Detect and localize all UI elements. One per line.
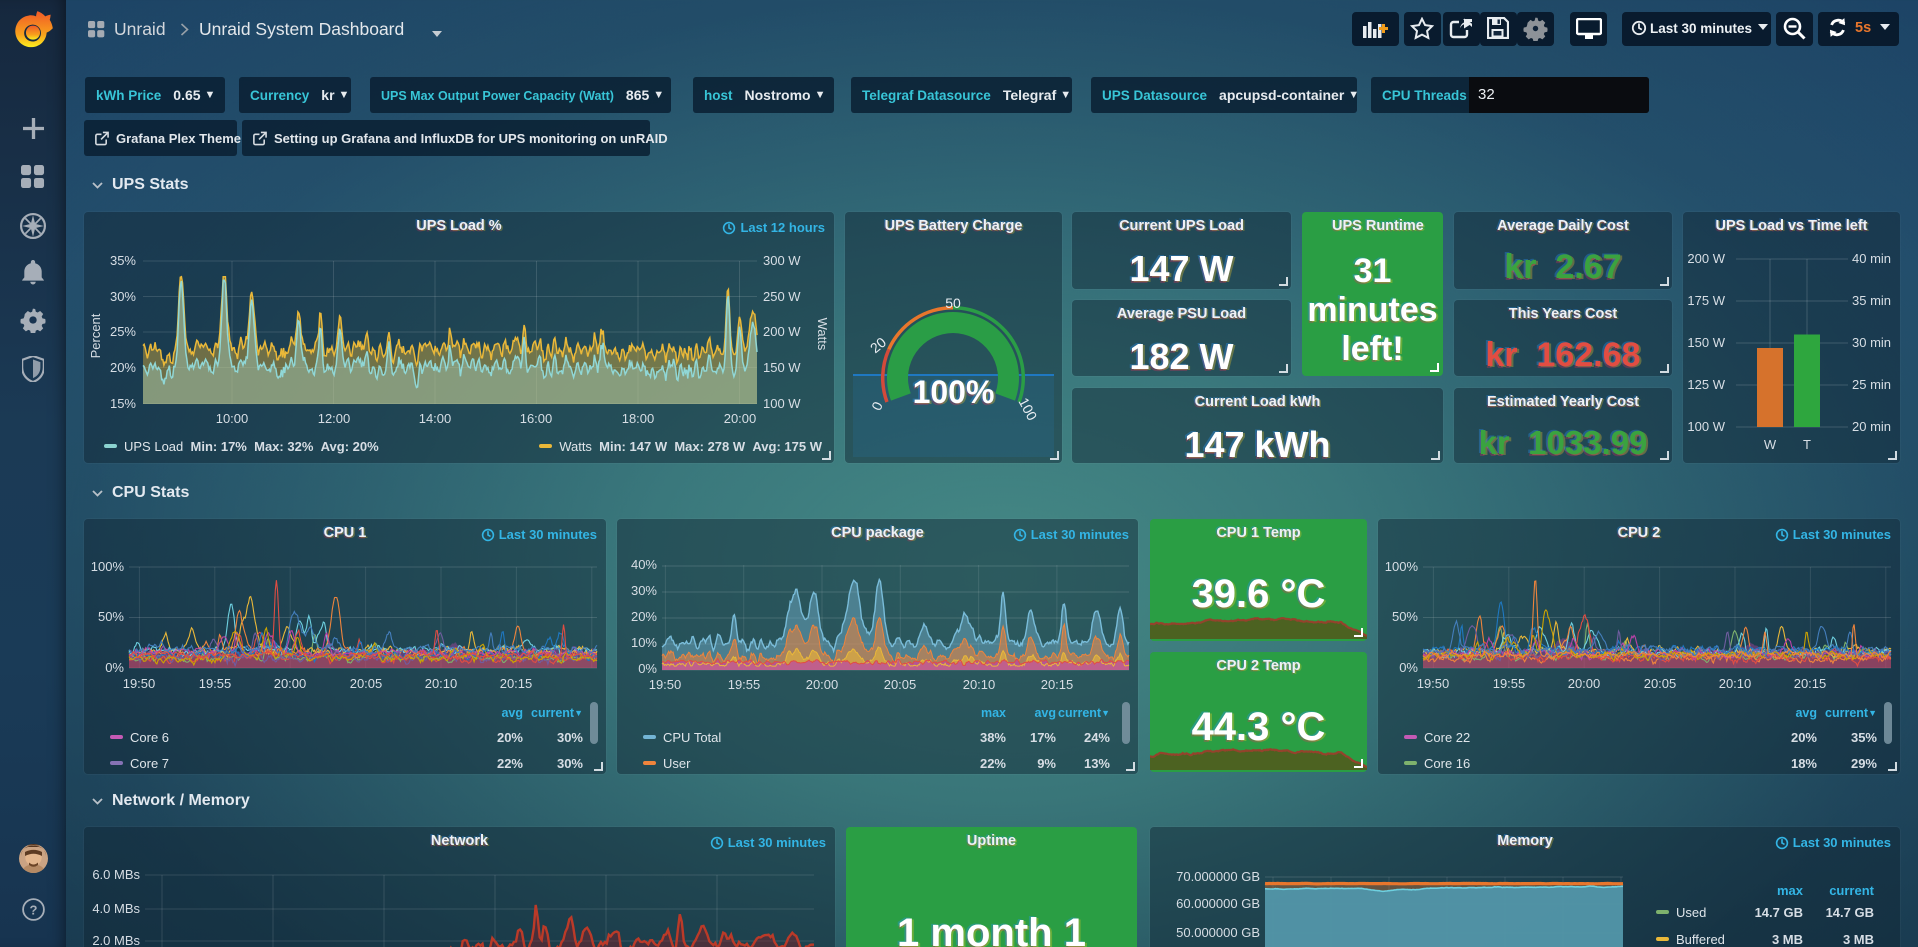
svg-text:?: ? (30, 902, 38, 917)
svg-text:Watts: Watts (815, 318, 830, 351)
